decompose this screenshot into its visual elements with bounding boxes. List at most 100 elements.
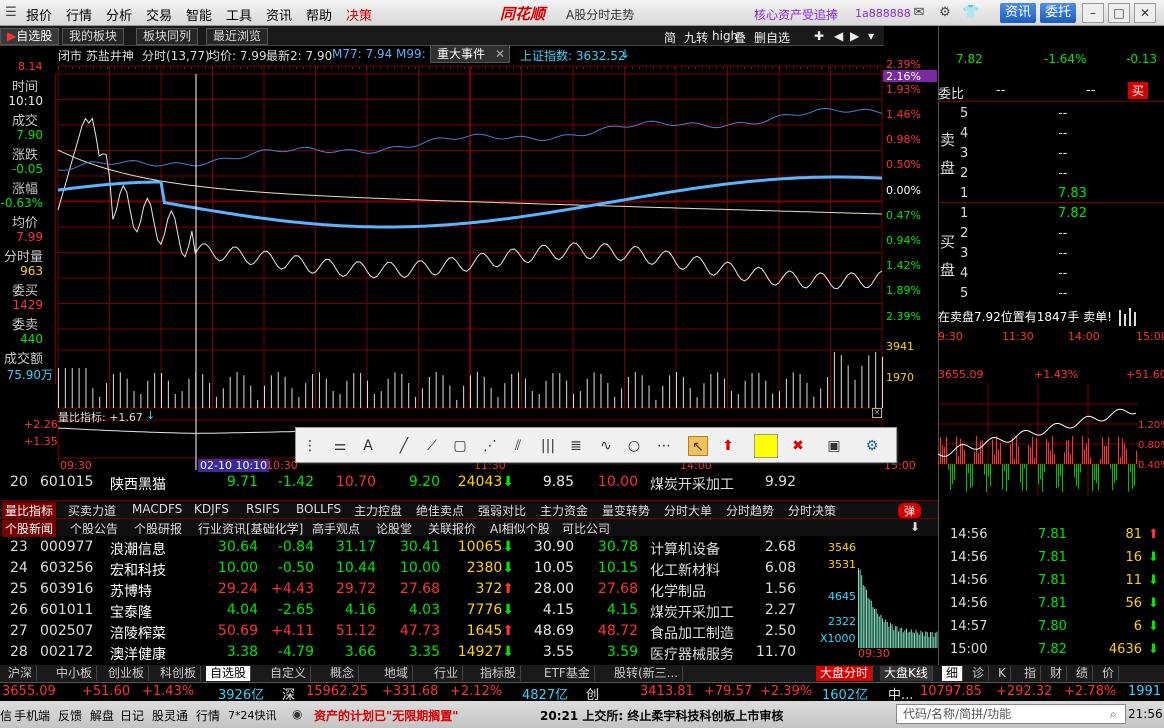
gear-icon[interactable]: ⚙ — [862, 436, 882, 456]
tab-recent[interactable]: 最近浏览 — [206, 28, 269, 45]
news-headline[interactable]: 资产的计划已"无限期搁置" — [314, 707, 459, 724]
tab-market[interactable]: 大盘K线 — [880, 666, 933, 681]
close-panel-icon[interactable]: ✕ — [872, 408, 882, 418]
menu-quote[interactable]: 报价 — [26, 5, 52, 24]
tab-detail[interactable]: 细 — [942, 666, 964, 681]
tab-indicator[interactable]: 强弱对比 — [478, 502, 526, 519]
tab-news[interactable]: 论股堂 — [376, 520, 412, 537]
tool-delete-watch[interactable]: 删自选 — [754, 29, 790, 46]
order-book-row[interactable]: 5 -- — [938, 284, 1164, 304]
tab-market[interactable]: 行业 — [430, 666, 464, 681]
search-input[interactable]: 代码/名称/简拼/功能 — [896, 704, 1126, 724]
line-icon[interactable]: ╱ — [394, 436, 414, 456]
tab-indicator[interactable]: 买卖力道 — [68, 502, 116, 519]
menu-market[interactable]: 行情 — [66, 5, 92, 24]
tab-market[interactable]: 自定义 — [266, 666, 312, 681]
news-ticker[interactable]: 20:21 上交所: 终止柔宇科技科创板上市审核 — [540, 707, 783, 724]
order-book-row[interactable]: 1 7.82 — [938, 204, 1164, 224]
color-picker[interactable] — [754, 434, 778, 458]
tab-market[interactable]: 中小板 — [52, 666, 98, 681]
back-icon[interactable]: ◀ — [834, 29, 843, 43]
tab-news[interactable]: 个股研报 — [134, 520, 182, 537]
tab-news[interactable]: 个股公告 — [70, 520, 118, 537]
status-item[interactable]: 行情 — [196, 707, 220, 724]
tab-indicator[interactable]: KDJFS — [194, 502, 229, 516]
tool-overlay[interactable]: 叠 — [734, 29, 746, 46]
tab-sector-list[interactable]: 板块同列 — [136, 28, 199, 45]
tab-market[interactable]: 指标股 — [476, 666, 522, 681]
arrow-up-icon[interactable]: ⬆ — [718, 436, 738, 456]
menu-trade[interactable]: 交易 — [146, 5, 172, 24]
tab-news[interactable]: 个股新闻 — [2, 520, 57, 537]
tool-settings-icon[interactable]: ⚌ — [330, 436, 350, 456]
save-icon[interactable]: ▣ — [824, 436, 844, 456]
mail-icon[interactable]: ✉ — [910, 4, 928, 22]
tab-news[interactable]: 高手观点 — [312, 520, 360, 537]
tool-simple[interactable]: 简 — [664, 29, 676, 46]
tab-market[interactable]: 大盘分时 — [816, 666, 874, 681]
tab-my-sectors[interactable]: 我的板块 — [62, 28, 125, 45]
buy-button[interactable]: 买 — [1128, 82, 1149, 99]
tab-market[interactable]: 创业板 — [104, 666, 150, 681]
tab-market[interactable]: 概念 — [326, 666, 360, 681]
segment-icon[interactable]: ⟋ — [422, 436, 442, 456]
cursor-icon[interactable]: ↖ — [688, 436, 708, 456]
order-book-row[interactable]: 2 -- — [938, 224, 1164, 244]
tool-nine-turn[interactable]: 九转 — [684, 29, 708, 46]
menu-decision[interactable]: 决策 — [346, 5, 372, 24]
order-book-row[interactable]: 4 -- — [938, 124, 1164, 144]
status-item[interactable]: 手机端 — [14, 707, 50, 724]
maximize-icon[interactable]: □ — [1108, 3, 1130, 23]
search-icon[interactable]: ⌕ — [1110, 707, 1117, 722]
channel-icon[interactable]: ⫽ — [508, 436, 528, 456]
tab-market[interactable]: 自选股 — [206, 666, 252, 681]
tab-price[interactable]: 价 — [1098, 666, 1120, 681]
tab-market[interactable]: 科创板 — [156, 666, 202, 681]
tab-indicator[interactable]: 主力资金 — [540, 502, 588, 519]
tab-market[interactable]: 股转(新三... — [610, 666, 684, 681]
status-item[interactable]: 反馈 — [58, 707, 82, 724]
table-row[interactable]: 20 601015 陕西黑猫 9.71 -1.42 10.70 9.20 240… — [0, 472, 816, 493]
tab-news[interactable]: 关联报价 — [428, 520, 476, 537]
table-row[interactable]: 27 002507 涪陵榨菜 50.69 +4.11 51.12 47.73 48.69 48.… — [0, 621, 816, 642]
fan-icon[interactable]: ⋰ — [480, 436, 500, 456]
rectangle-icon[interactable]: ▢ — [450, 436, 470, 456]
forward-icon[interactable]: ▶ — [850, 29, 859, 43]
period-lines-icon[interactable]: ||| — [538, 436, 558, 456]
order-book-row[interactable]: 3 -- — [938, 244, 1164, 264]
table-row[interactable]: 25 603916 苏博特 29.24 +4.43 29.72 27.68 28.00 27.6… — [0, 579, 816, 600]
tab-news[interactable]: 可比公司 — [562, 520, 610, 537]
close-icon[interactable]: ✕ — [1134, 3, 1156, 23]
tab-index[interactable]: 指 — [1020, 666, 1042, 681]
order-book-row[interactable]: 2 -- — [938, 164, 1164, 184]
menu-smart[interactable]: 智能 — [186, 5, 212, 24]
tab-market[interactable]: 地域 — [380, 666, 414, 681]
popup-toggle[interactable]: 弹 — [898, 503, 921, 519]
tab-indicator[interactable]: MACDFS — [132, 502, 182, 516]
menu-help[interactable]: 帮助 — [306, 5, 332, 24]
menu-analysis[interactable]: 分析 — [106, 5, 132, 24]
text-tool-icon[interactable]: A — [358, 436, 378, 456]
grip-icon[interactable]: ⋮ — [300, 436, 320, 456]
slogan-link[interactable]: 核心资产受追捧 — [754, 6, 838, 23]
wave-icon[interactable]: ∿ — [596, 436, 616, 456]
status-item[interactable]: 7*24快讯 — [228, 707, 277, 723]
delete-icon[interactable]: ✖ — [788, 436, 808, 456]
table-row[interactable]: 28 002172 澳洋健康 3.38 -4.79 3.66 3.35 3.55 3.59 医疗器… — [0, 642, 816, 663]
tab-indicator[interactable]: 量变转势 — [602, 502, 650, 519]
dropdown-icon[interactable]: ▾ — [868, 29, 874, 43]
status-item[interactable]: 股灵通 — [152, 707, 188, 724]
tab-indicator[interactable]: 分时大单 — [664, 502, 712, 519]
tab-watchlist[interactable]: ▶自选股 — [0, 28, 60, 45]
circle-icon[interactable]: ○ — [624, 436, 644, 456]
status-item[interactable]: 日记 — [120, 707, 144, 724]
settings-icon[interactable]: ⚙ — [936, 4, 954, 22]
tab-indicator[interactable]: 绝佳卖点 — [416, 502, 464, 519]
tab-news[interactable]: AI相似个股 — [490, 520, 550, 537]
tab-diagnose[interactable]: 诊 — [968, 666, 990, 681]
order-book-row[interactable]: 3 -- — [938, 144, 1164, 164]
tab-indicator[interactable]: 分时决策 — [788, 502, 836, 519]
status-item[interactable]: 信 — [0, 707, 12, 724]
fibonacci-icon[interactable]: ≣ — [566, 436, 586, 456]
menu-tools[interactable]: 工具 — [226, 5, 252, 24]
